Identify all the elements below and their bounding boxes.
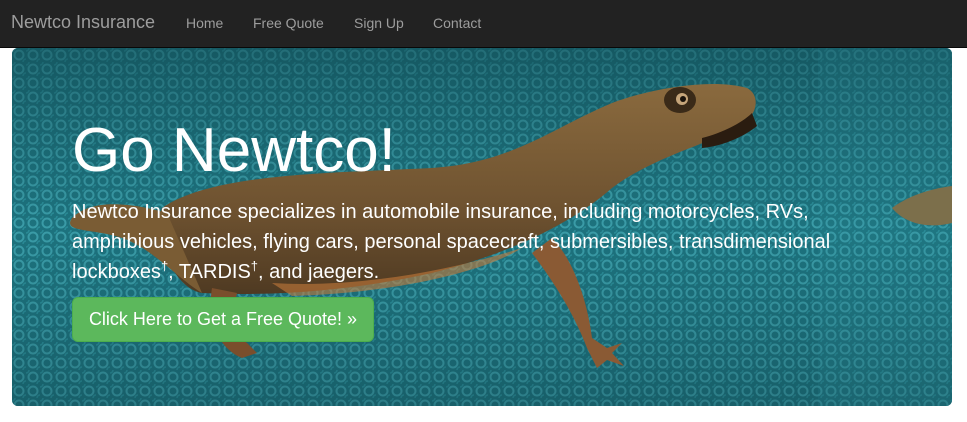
hero-title: Go Newtco! bbox=[72, 116, 396, 185]
hero-jumbotron: Go Newtco! Newtco Insurance specializes … bbox=[12, 48, 952, 406]
dagger-footnote-mark-2: † bbox=[250, 258, 259, 274]
top-navbar: Newtco Insurance Home Free Quote Sign Up… bbox=[0, 0, 967, 48]
nav-link-free-quote[interactable]: Free Quote bbox=[253, 15, 324, 31]
hero-description-part2: , TARDIS bbox=[168, 261, 251, 283]
nav-link-home[interactable]: Home bbox=[186, 15, 223, 31]
hero-description-part3: , and jaegers. bbox=[258, 261, 380, 283]
free-quote-cta-button[interactable]: Click Here to Get a Free Quote! » bbox=[72, 297, 374, 342]
nav-link-contact[interactable]: Contact bbox=[433, 15, 481, 31]
hero-description: Newtco Insurance specializes in automobi… bbox=[72, 197, 882, 287]
nav-link-sign-up[interactable]: Sign Up bbox=[354, 15, 404, 31]
brand-link[interactable]: Newtco Insurance bbox=[11, 12, 155, 32]
